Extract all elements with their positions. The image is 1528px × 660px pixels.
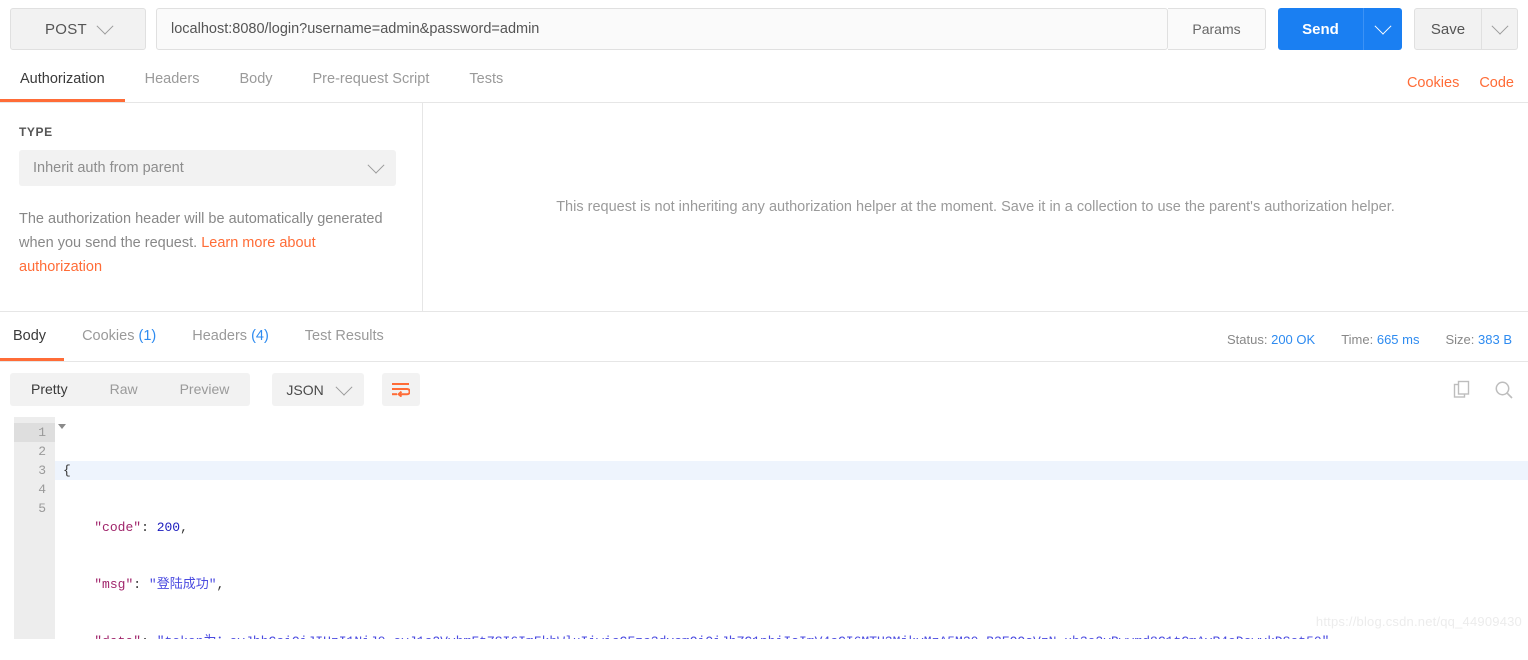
request-tabs-actions: Cookies Code [1407, 75, 1514, 102]
save-options-button[interactable] [1482, 8, 1518, 50]
time-value: 665 ms [1376, 332, 1420, 347]
response-tab-test-results-label: Test Results [304, 328, 384, 344]
response-tab-body-label: Body [13, 328, 47, 344]
line-number-4: 4 [38, 482, 46, 497]
http-method-label: POST [44, 20, 88, 38]
status-meta: Status: 200 OK [1227, 332, 1315, 347]
tab-pre-request-script[interactable]: Pre-request Script [293, 57, 450, 102]
code-line-4-text: "data": "token为：eyJhbGciOiJIUzI1NiJ9.eyJ… [63, 634, 1329, 639]
code-line-3-text: "msg": "登陆成功", [94, 577, 225, 592]
chevron-down-icon [1374, 17, 1392, 35]
time-meta: Time: 665 ms [1341, 332, 1419, 347]
response-toolbar-actions [1453, 380, 1514, 400]
auth-type-select[interactable]: Inherit auth from parent [19, 150, 396, 186]
word-wrap-icon [392, 383, 411, 397]
auth-type-value: Inherit auth from parent [33, 160, 184, 176]
auth-inherit-message: This request is not inheriting any autho… [556, 199, 1395, 215]
response-tab-headers[interactable]: Headers (4) [174, 312, 287, 361]
code-editor: 1 2 3 4 5 { "code": 200, "msg": "登陆成功", … [14, 417, 1528, 639]
size-label: Size: [1445, 332, 1475, 347]
tab-tests[interactable]: Tests [449, 57, 523, 102]
request-url-input[interactable] [157, 21, 1167, 37]
auth-help-text: The authorization header will be automat… [19, 207, 396, 279]
response-tab-cookies[interactable]: Cookies (1) [64, 312, 174, 361]
code-line-4: "data": "token为：eyJhbGciOiJIUzI1NiJ9.eyJ… [55, 632, 1528, 639]
send-button-group: Send [1278, 8, 1402, 57]
response-tab-headers-count: (4) [251, 328, 269, 344]
response-tab-body[interactable]: Body [0, 312, 65, 361]
code-content[interactable]: { "code": 200, "msg": "登陆成功", "data": "t… [55, 417, 1528, 639]
send-button[interactable]: Send [1278, 8, 1363, 50]
search-button[interactable] [1494, 380, 1514, 400]
response-body-viewer[interactable]: 1 2 3 4 5 { "code": 200, "msg": "登陆成功", … [0, 417, 1528, 639]
http-method-select[interactable]: POST [10, 8, 146, 50]
response-tab-cookies-count: (1) [138, 328, 157, 344]
response-tab-cookies-label: Cookies [82, 328, 135, 344]
view-mode-raw[interactable]: Raw [89, 373, 159, 406]
tab-headers[interactable]: Headers [125, 57, 220, 102]
view-mode-preview[interactable]: Preview [159, 373, 251, 406]
watermark: https://blog.csdn.net/qq_44909430 [1315, 614, 1522, 629]
line-number-5: 5 [38, 501, 46, 516]
chevron-down-icon [367, 156, 385, 174]
copy-button[interactable] [1453, 380, 1472, 399]
auth-info-column: This request is not inheriting any autho… [423, 103, 1528, 311]
auth-settings-column: TYPE Inherit auth from parent The author… [0, 103, 423, 311]
view-mode-pretty[interactable]: Pretty [10, 373, 89, 406]
code-line-3: "msg": "登陆成功", [55, 575, 1528, 594]
response-tabs: Body Cookies (1) Headers (4) Test Result… [0, 312, 1528, 362]
line-number-2: 2 [38, 444, 46, 459]
copy-icon [1453, 380, 1470, 398]
save-button[interactable]: Save [1414, 8, 1482, 50]
chevron-down-icon [335, 378, 353, 396]
view-mode-segmented-control: Pretty Raw Preview [10, 373, 251, 406]
code-line-2-text: "code": 200, [94, 520, 188, 535]
line-number-3: 3 [38, 463, 46, 478]
request-url-field[interactable] [156, 8, 1168, 50]
tab-authorization[interactable]: Authorization [0, 57, 125, 102]
send-options-button[interactable] [1363, 8, 1402, 50]
size-value: 383 B [1478, 332, 1512, 347]
authorization-panel: TYPE Inherit auth from parent The author… [0, 103, 1528, 312]
auth-type-label: TYPE [19, 125, 53, 139]
request-url-bar: POST Params Send Save [0, 0, 1528, 57]
request-tabs: Authorization Headers Body Pre-request S… [0, 57, 1528, 103]
response-tab-headers-label: Headers [192, 328, 248, 344]
code-line-1: { [55, 461, 1528, 480]
response-format-toolbar: Pretty Raw Preview JSON [0, 362, 1528, 417]
chevron-down-icon [96, 17, 114, 35]
status-label: Status: [1227, 332, 1268, 347]
line-number-1[interactable]: 1 [14, 423, 66, 442]
search-icon [1495, 381, 1513, 399]
save-button-group: Save [1414, 8, 1518, 57]
time-label: Time: [1341, 332, 1374, 347]
word-wrap-button[interactable] [381, 373, 420, 406]
line-number-gutter: 1 2 3 4 5 [14, 417, 66, 639]
response-meta: Status: 200 OK Time: 665 ms Size: 383 B [1227, 332, 1528, 361]
response-tab-test-results[interactable]: Test Results [287, 312, 402, 361]
params-button[interactable]: Params [1168, 8, 1266, 50]
code-link[interactable]: Code [1479, 75, 1514, 91]
response-language-select[interactable]: JSON [272, 373, 364, 406]
cookies-link[interactable]: Cookies [1407, 75, 1459, 91]
chevron-down-icon [1491, 17, 1508, 35]
size-meta: Size: 383 B [1445, 332, 1512, 347]
status-value: 200 OK [1271, 332, 1316, 347]
response-language-value: JSON [286, 381, 324, 398]
code-line-1-text: { [63, 463, 71, 478]
code-line-2: "code": 200, [55, 518, 1528, 537]
tab-body[interactable]: Body [219, 57, 292, 102]
